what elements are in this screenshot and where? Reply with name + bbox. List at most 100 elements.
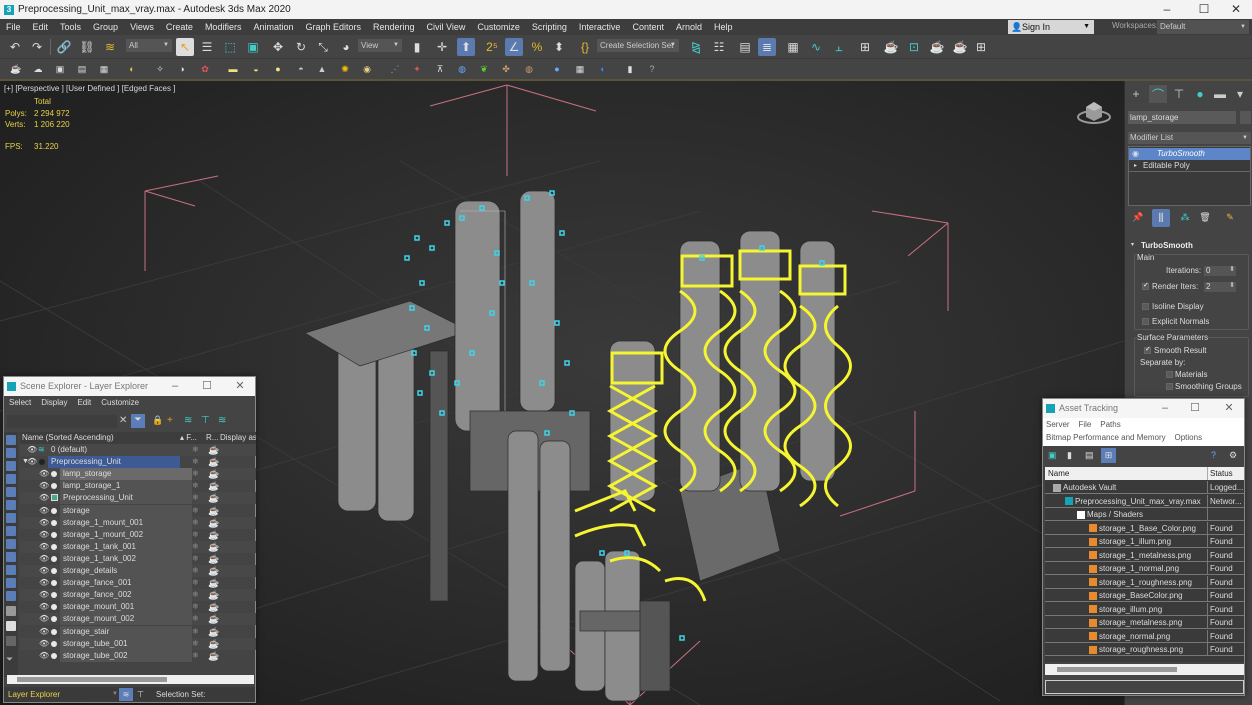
- freeze-icon[interactable]: ❄: [192, 577, 199, 589]
- plane-icon[interactable]: ◓: [294, 62, 308, 76]
- display-bones-icon[interactable]: [6, 552, 16, 562]
- lock-icon[interactable]: 🔒: [152, 415, 163, 426]
- eye-icon[interactable]: 👁: [27, 444, 37, 456]
- column-name[interactable]: Name: [1048, 467, 1069, 480]
- render-teapot-icon[interactable]: ☕: [208, 541, 219, 553]
- show-end-result-icon[interactable]: ⫴: [1152, 209, 1170, 227]
- asset-row[interactable]: storage_1_metalness.png Found: [1045, 548, 1244, 562]
- scrollbar-thumb[interactable]: [17, 677, 167, 682]
- menu-customize[interactable]: Customize: [96, 398, 144, 407]
- freeze-icon[interactable]: ❄: [192, 601, 199, 613]
- menu-modifiers[interactable]: Modifiers: [199, 22, 248, 32]
- keyboard-shortcut-icon[interactable]: ⬆: [457, 38, 475, 56]
- menu-options[interactable]: Options: [1175, 433, 1203, 442]
- table-icon[interactable]: ▤: [1085, 450, 1094, 461]
- freeze-icon[interactable]: ❄: [192, 480, 199, 492]
- explicit-normals-checkbox[interactable]: [1142, 318, 1149, 325]
- place-icon[interactable]: ◕: [337, 38, 355, 56]
- unlink-icon[interactable]: ⛓: [78, 38, 96, 56]
- minimize-button[interactable]: –: [164, 377, 186, 396]
- teapot-icon[interactable]: ☕: [9, 62, 23, 76]
- scene-explorer-titlebar[interactable]: Scene Explorer - Layer Explorer – ☐ ✕: [4, 377, 255, 396]
- display-frozen-icon[interactable]: [6, 578, 16, 588]
- sphere-icon[interactable]: ◉: [360, 62, 374, 76]
- sign-in-dropdown[interactable]: 👤 Sign In ▼: [1008, 20, 1094, 34]
- toggle-icon[interactable]: ▦: [573, 62, 587, 76]
- object-color-swatch[interactable]: [1240, 111, 1251, 124]
- freeze-icon[interactable]: ❄: [192, 613, 199, 625]
- particle-icon[interactable]: ✦: [410, 62, 424, 76]
- display-all-icon[interactable]: [6, 435, 16, 445]
- explorer-row[interactable]: 👁 storage_details ❄ ☕: [20, 565, 256, 577]
- explorer-row[interactable]: 👁 storage_1_tank_001 ❄ ☕: [20, 540, 256, 553]
- eye-icon[interactable]: 👁: [39, 626, 49, 638]
- render-teapot-icon[interactable]: ☕: [208, 613, 219, 625]
- configure-sets-icon[interactable]: ✎: [1223, 210, 1237, 224]
- eye-icon[interactable]: ◉: [1132, 148, 1139, 160]
- menu-edit[interactable]: Edit: [27, 22, 55, 32]
- rollout-title[interactable]: TurboSmooth: [1141, 241, 1193, 250]
- schematic-view-icon[interactable]: ⫠: [830, 38, 848, 56]
- menu-create[interactable]: Create: [160, 22, 199, 32]
- render-elements-icon[interactable]: ◖: [595, 62, 609, 76]
- explorer-row[interactable]: 👁 storage_1_mount_001 ❄ ☕: [20, 516, 256, 529]
- menu-tools[interactable]: Tools: [54, 22, 87, 32]
- proxy-icon[interactable]: ✤: [499, 62, 513, 76]
- render-teapot-icon[interactable]: ☕: [208, 492, 219, 504]
- utilities-icon[interactable]: ▾: [1231, 85, 1249, 103]
- modify-icon[interactable]: ⌒: [1149, 85, 1167, 103]
- freeze-icon[interactable]: ❄: [192, 541, 199, 553]
- explorer-row[interactable]: 👁 storage_mount_002 ❄ ☕: [20, 613, 256, 626]
- space-warp-icon[interactable]: ◑: [175, 62, 189, 76]
- display-lights-icon[interactable]: [6, 474, 16, 484]
- maximize-button[interactable]: ☐: [1187, 0, 1221, 19]
- eye-icon[interactable]: 👁: [39, 505, 49, 517]
- scale-icon[interactable]: ⤡: [314, 38, 332, 56]
- menu-paths[interactable]: Paths: [1100, 420, 1120, 429]
- display-none-icon[interactable]: [6, 606, 16, 616]
- maximize-button[interactable]: ☐: [196, 377, 218, 396]
- explorer-row[interactable]: 👁 storage_fance_001 ❄ ☕: [20, 577, 256, 590]
- curve-editor-icon[interactable]: ∿: [807, 38, 825, 56]
- explorer-row[interactable]: ▼ 👁 Preprocessing_Unit ❄ ☕: [20, 456, 256, 469]
- eye-icon[interactable]: 👁: [39, 601, 49, 613]
- render-teapot-icon[interactable]: ☕: [208, 650, 219, 662]
- render-teapot-icon[interactable]: ☕: [208, 601, 219, 613]
- asset-tracking-titlebar[interactable]: Asset Tracking – ☐ ✕: [1043, 399, 1244, 418]
- eye-icon[interactable]: 👁: [39, 517, 49, 529]
- light-area-icon[interactable]: ▬: [226, 62, 240, 76]
- render-teapot-icon[interactable]: ☕: [208, 468, 219, 480]
- render-teapot-icon[interactable]: ☕: [208, 480, 219, 492]
- render-iters-checkbox[interactable]: [1142, 281, 1149, 290]
- hair-icon[interactable]: ⋰: [388, 62, 402, 76]
- render-icon[interactable]: ☕: [928, 38, 946, 56]
- hierarchy-icon[interactable]: ⊤: [1170, 85, 1188, 103]
- explorer-row[interactable]: 👁 lamp_storage_1 ❄ ☕: [20, 480, 256, 493]
- move-icon[interactable]: ✥: [269, 38, 287, 56]
- dome-icon[interactable]: ◒: [249, 62, 263, 76]
- motion-icon[interactable]: ●: [1191, 85, 1209, 103]
- snaps-toggle-icon[interactable]: 2⁵: [483, 38, 501, 56]
- render-in-cloud-icon[interactable]: ⊞: [972, 38, 990, 56]
- layer-explorer-icon[interactable]: ≣: [758, 38, 776, 56]
- freeze-icon[interactable]: ❄: [192, 456, 199, 468]
- freeze-icon[interactable]: ❄: [192, 553, 199, 565]
- window-crossing-icon[interactable]: ▣: [244, 38, 262, 56]
- materials-checkbox[interactable]: [1166, 371, 1173, 378]
- render-teapot-icon[interactable]: ☕: [208, 517, 219, 529]
- menu-bitmap-performance[interactable]: Bitmap Performance and Memory: [1046, 433, 1166, 442]
- freeze-icon[interactable]: ❄: [192, 517, 199, 529]
- stack-item-editable-poly[interactable]: ▸ Editable Poly: [1129, 160, 1250, 172]
- help-icon[interactable]: ?: [1211, 450, 1216, 460]
- ribbon-icon[interactable]: ▦: [784, 38, 802, 56]
- display-xrefs-icon[interactable]: [6, 539, 16, 549]
- object-name-field[interactable]: lamp_storage: [1128, 111, 1236, 124]
- eye-icon[interactable]: 👁: [39, 577, 49, 589]
- render-online-icon[interactable]: ☕: [951, 38, 969, 56]
- close-button[interactable]: ✕: [229, 377, 251, 396]
- scene-search-input[interactable]: [7, 415, 117, 428]
- create-icon[interactable]: +: [1127, 85, 1145, 103]
- clear-search-icon[interactable]: ✕: [119, 415, 127, 426]
- bind-space-warp-icon[interactable]: ≋: [101, 38, 119, 56]
- freeze-icon[interactable]: ❄: [192, 626, 199, 638]
